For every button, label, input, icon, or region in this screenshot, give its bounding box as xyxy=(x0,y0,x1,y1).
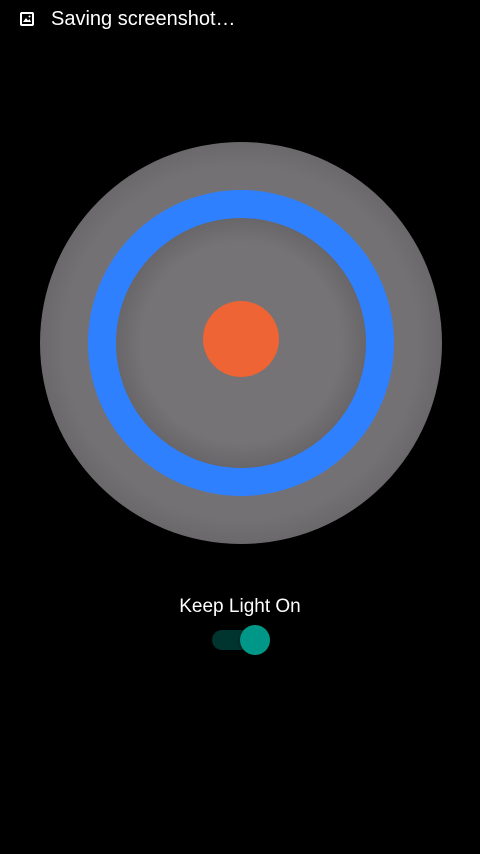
notification-text: Saving screenshot… xyxy=(51,8,236,30)
image-icon xyxy=(19,11,35,27)
status-bar: Saving screenshot… xyxy=(0,0,480,38)
dial-center-knob[interactable] xyxy=(203,301,279,377)
switch-thumb[interactable] xyxy=(240,625,270,655)
keep-light-on-switch[interactable] xyxy=(211,624,273,656)
light-dial[interactable] xyxy=(40,142,442,544)
keep-light-on-label: Keep Light On xyxy=(179,596,301,617)
